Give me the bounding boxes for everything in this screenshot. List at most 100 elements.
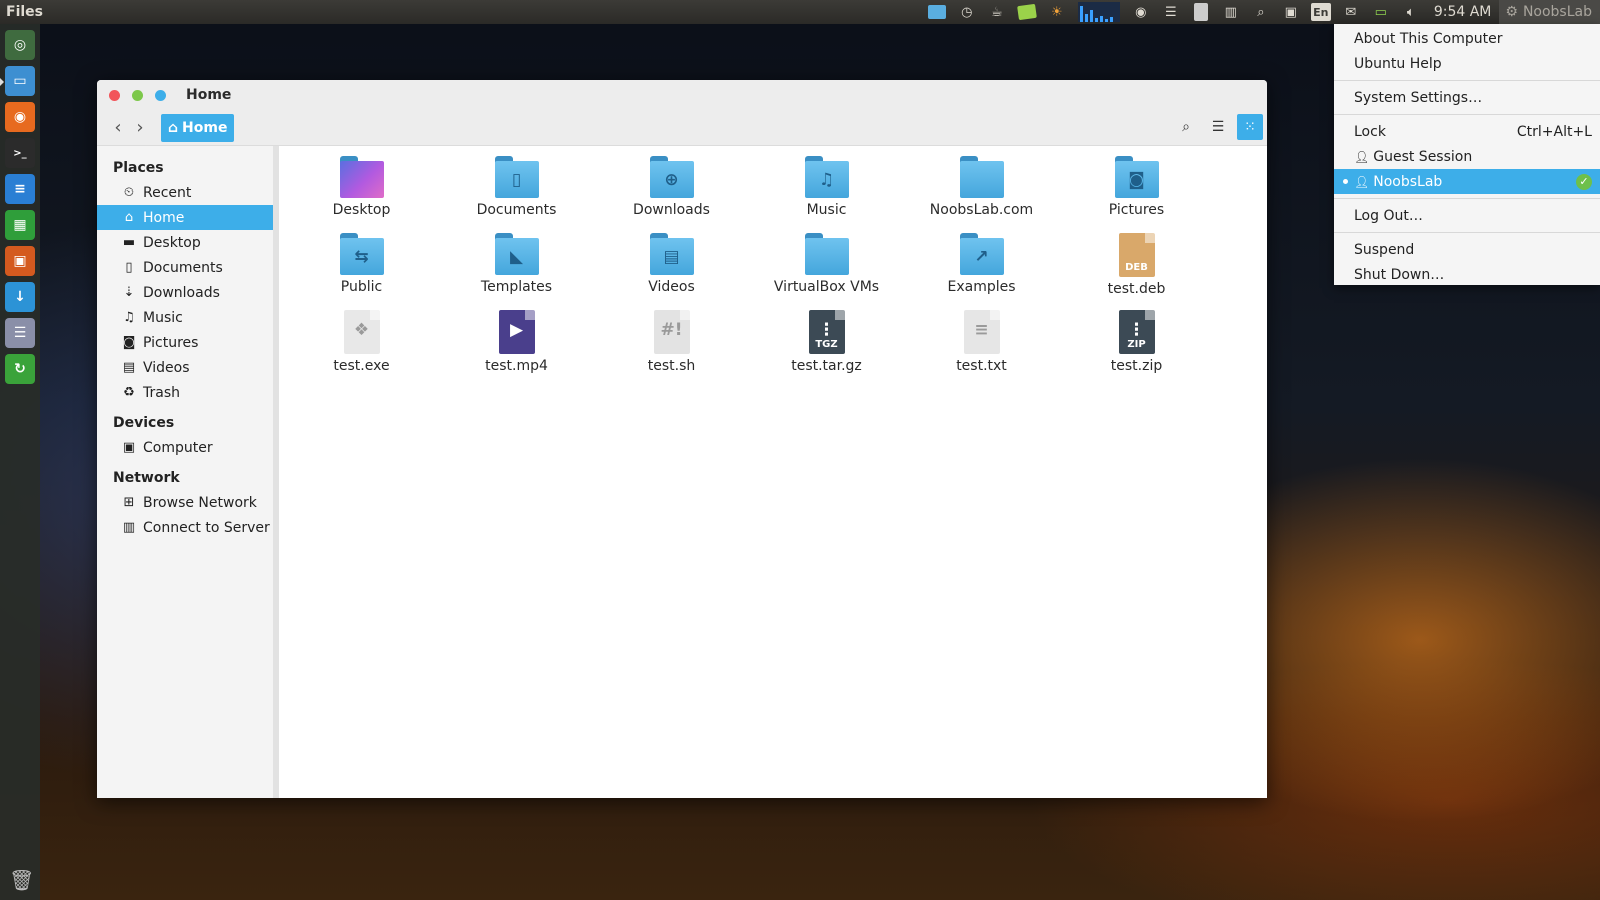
sidebar-item-documents[interactable]: ▯ Documents bbox=[97, 255, 273, 280]
network-list: ⊞ Browse Network ▥ Connect to Server bbox=[97, 490, 273, 540]
menu-item-lock[interactable]: Lock Ctrl+Alt+L bbox=[1334, 119, 1600, 144]
file-item[interactable]: ⊕ Downloads bbox=[594, 156, 749, 233]
eye-icon[interactable]: ◉ bbox=[1130, 3, 1152, 21]
files-indicator-icon[interactable] bbox=[926, 3, 948, 21]
file-item[interactable]: ❖ test.exe bbox=[284, 310, 439, 387]
screenshot-icon[interactable]: ▣ bbox=[1280, 3, 1302, 21]
file-label: Music bbox=[806, 202, 847, 218]
launcher-download-icon[interactable]: ↓ bbox=[5, 282, 35, 312]
sidebar-item-pictures[interactable]: ◙ Pictures bbox=[97, 330, 273, 355]
file-item[interactable]: DEB test.deb bbox=[1059, 233, 1214, 310]
system-monitor-icon[interactable] bbox=[1077, 2, 1120, 22]
launcher-calc-icon[interactable]: ▦ bbox=[5, 210, 35, 240]
titlebar: Home bbox=[97, 80, 1267, 110]
file-label: Pictures bbox=[1108, 202, 1165, 218]
folder-icon bbox=[339, 156, 384, 198]
file-icon: ⋮ TGZ bbox=[808, 310, 845, 354]
menu-item-shutdown[interactable]: Shut Down… bbox=[1334, 262, 1600, 287]
file-label: test.tar.gz bbox=[791, 358, 862, 374]
file-label: VirtualBox VMs bbox=[773, 279, 880, 295]
file-label: Downloads bbox=[633, 202, 710, 218]
list-icon[interactable]: ☰ bbox=[1160, 3, 1182, 21]
menu-item-user[interactable]: 👤︎ NoobsLab ✓ bbox=[1334, 169, 1600, 194]
sidebar-item-trash[interactable]: ♻ Trash bbox=[97, 380, 273, 405]
menu-item-guest[interactable]: 👤︎ Guest Session bbox=[1334, 144, 1600, 169]
file-item[interactable]: ◣ Templates bbox=[439, 233, 594, 310]
file-item[interactable]: ♫ Music bbox=[749, 156, 904, 233]
menu-item-help[interactable]: Ubuntu Help bbox=[1334, 51, 1600, 76]
mail-icon[interactable]: ✉ bbox=[1340, 3, 1362, 21]
sidebar-item-label: Computer bbox=[143, 439, 213, 456]
weather-icon[interactable]: ☀ bbox=[1046, 3, 1068, 21]
file-item[interactable]: ≡ test.txt bbox=[904, 310, 1059, 387]
minimize-button[interactable] bbox=[132, 89, 143, 101]
sidebar-item-label: Connect to Server bbox=[143, 519, 270, 536]
download-icon: ⇣ bbox=[123, 285, 135, 300]
keyboard-layout[interactable]: En bbox=[1310, 3, 1331, 21]
forward-button[interactable]: › bbox=[129, 115, 151, 141]
sidebar-item-recent[interactable]: ⏲ Recent bbox=[97, 180, 273, 205]
battery-icon[interactable]: ▭ bbox=[1370, 3, 1392, 21]
file-item[interactable]: ▤ Videos bbox=[594, 233, 749, 310]
file-item[interactable]: #! test.sh bbox=[594, 310, 749, 387]
maximize-button[interactable] bbox=[155, 89, 166, 101]
launcher-update-icon[interactable]: ↻ bbox=[5, 354, 35, 384]
folder-icon bbox=[959, 156, 1004, 198]
menu-label: Log Out… bbox=[1354, 207, 1423, 224]
file-item[interactable]: NoobsLab.com bbox=[904, 156, 1059, 233]
sidebar-item-connect-to-server[interactable]: ▥ Connect to Server bbox=[97, 515, 273, 540]
grid-view-button[interactable]: ⁙ bbox=[1237, 114, 1263, 140]
sidebar-item-videos[interactable]: ▤ Videos bbox=[97, 355, 273, 380]
file-item[interactable]: ⋮ ZIP test.zip bbox=[1059, 310, 1214, 387]
file-item[interactable]: ⇆ Public bbox=[284, 233, 439, 310]
launcher-impress-icon[interactable]: ▣ bbox=[5, 246, 35, 276]
file-item[interactable]: VirtualBox VMs bbox=[749, 233, 904, 310]
music-icon: ♫ bbox=[123, 310, 135, 325]
menu-item-suspend[interactable]: Suspend bbox=[1334, 237, 1600, 262]
caffeine-icon[interactable]: ☕ bbox=[986, 3, 1008, 21]
folder-icon: ◙ bbox=[1114, 156, 1159, 198]
close-button[interactable] bbox=[109, 89, 120, 101]
sidebar-item-music[interactable]: ♫ Music bbox=[97, 305, 273, 330]
volume-icon[interactable]: 🔈︎ bbox=[1400, 3, 1422, 21]
workspace-icon[interactable] bbox=[1190, 3, 1212, 21]
sidebar-item-browse-network[interactable]: ⊞ Browse Network bbox=[97, 490, 273, 515]
menu-label: Shut Down… bbox=[1354, 266, 1445, 283]
list-icon: ☰ bbox=[1211, 119, 1225, 135]
clock-indicator-icon[interactable]: ◷ bbox=[956, 3, 978, 21]
menu-item-about[interactable]: About This Computer bbox=[1334, 26, 1600, 51]
back-button[interactable]: ‹ bbox=[107, 115, 129, 141]
sidebar-item-desktop[interactable]: ▬ Desktop bbox=[97, 230, 273, 255]
sidebar-item-home[interactable]: ⌂ Home bbox=[97, 205, 273, 230]
launcher-terminal-icon[interactable]: >_ bbox=[5, 138, 35, 168]
drive-icon[interactable]: ▥ bbox=[1220, 3, 1242, 21]
sidebar-item-computer[interactable]: ▣ Computer bbox=[97, 435, 273, 460]
launcher-dash-icon[interactable]: ◎ bbox=[5, 30, 35, 60]
menu-item-settings[interactable]: System Settings… bbox=[1334, 85, 1600, 110]
file-item[interactable]: ↗ Examples bbox=[904, 233, 1059, 310]
sidebar-item-downloads[interactable]: ⇣ Downloads bbox=[97, 280, 273, 305]
file-item[interactable]: ▶ test.mp4 bbox=[439, 310, 594, 387]
clock[interactable]: 9:54 AM bbox=[1426, 4, 1500, 20]
launcher-writer-icon[interactable]: ≡ bbox=[5, 174, 35, 204]
file-item[interactable]: ◙ Pictures bbox=[1059, 156, 1214, 233]
breadcrumb-label: Home bbox=[182, 119, 228, 136]
menu-item-logout[interactable]: Log Out… bbox=[1334, 203, 1600, 228]
user-icon: 👤︎ bbox=[1354, 174, 1370, 189]
launcher-firefox-icon[interactable]: ◉ bbox=[5, 102, 35, 132]
launcher-files-icon[interactable]: ▭ bbox=[0, 66, 35, 96]
search-button[interactable]: ⌕ bbox=[1173, 114, 1199, 140]
file-item[interactable]: ▯ Documents bbox=[439, 156, 594, 233]
session-indicator[interactable]: ⚙ NoobsLab bbox=[1499, 0, 1600, 24]
list-view-button[interactable]: ☰ bbox=[1205, 114, 1231, 140]
file-item[interactable]: ⋮ TGZ test.tar.gz bbox=[749, 310, 904, 387]
file-label: test.exe bbox=[333, 358, 390, 374]
breadcrumb-home[interactable]: ⌂ Home bbox=[161, 113, 235, 142]
file-icon: ⋮ ZIP bbox=[1118, 310, 1155, 354]
search-icon[interactable]: ⌕ bbox=[1250, 3, 1272, 21]
notes-icon[interactable] bbox=[1016, 3, 1038, 21]
file-item[interactable]: Desktop bbox=[284, 156, 439, 233]
launcher-settings-icon[interactable]: ☰ bbox=[5, 318, 35, 348]
launcher-trash-icon[interactable]: 🗑︎ bbox=[9, 868, 34, 894]
session-menu: About This Computer Ubuntu Help System S… bbox=[1334, 24, 1600, 285]
